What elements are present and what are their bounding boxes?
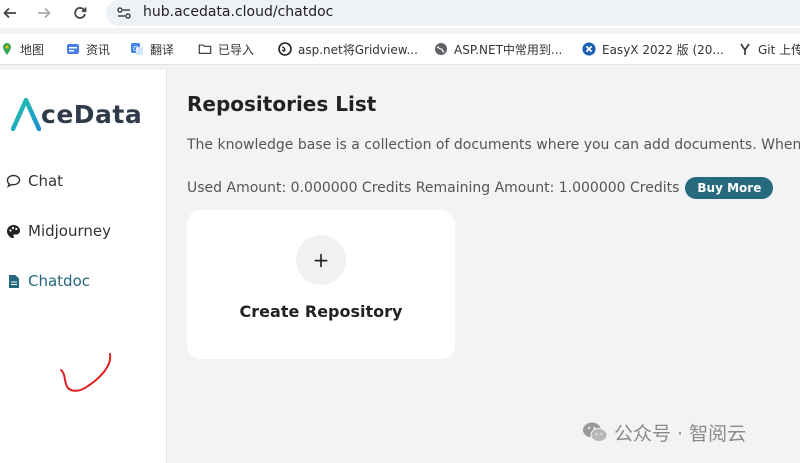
sidebar-item-chat[interactable]: Chat bbox=[6, 170, 63, 192]
bookmark-easyx[interactable]: EasyX 2022 版 (20... bbox=[582, 39, 724, 59]
wechat-watermark: 公众号 · 智阅云 bbox=[582, 418, 746, 446]
folder-icon bbox=[198, 42, 212, 56]
site-settings-icon[interactable] bbox=[116, 5, 132, 25]
logo-text: ceData bbox=[41, 99, 143, 129]
reload-icon[interactable] bbox=[70, 3, 90, 23]
svg-text:G: G bbox=[133, 45, 138, 53]
plus-icon: + bbox=[296, 235, 346, 285]
create-repository-card[interactable]: + Create Repository bbox=[187, 210, 455, 359]
bookmark-label: 翻译 bbox=[150, 42, 175, 57]
repositories-description: The knowledge base is a collection of do… bbox=[187, 137, 800, 153]
sidebar-item-chatdoc[interactable]: Chatdoc bbox=[6, 270, 90, 292]
bookmark-label: Git 上传 bbox=[758, 42, 800, 57]
news-icon bbox=[66, 42, 80, 56]
bookmark-aspnet-common[interactable]: ASP.NET中常用到... bbox=[434, 39, 562, 59]
chat-bubble-icon bbox=[6, 174, 21, 189]
browser-toolbar: hub.acedata.cloud/chatdoc bbox=[0, 0, 800, 28]
back-arrow-icon[interactable] bbox=[0, 3, 20, 23]
globe-icon bbox=[434, 42, 448, 56]
sidebar-item-label: Chat bbox=[28, 172, 64, 190]
site-icon bbox=[278, 42, 292, 56]
red-annotation-scribble bbox=[60, 353, 112, 392]
translate-icon: G bbox=[130, 42, 144, 56]
bookmark-label: EasyX 2022 版 (20... bbox=[602, 42, 724, 57]
git-icon bbox=[738, 42, 752, 56]
bookmark-label: 资讯 bbox=[86, 42, 111, 57]
bookmark-imported[interactable]: 已导入 bbox=[198, 39, 254, 59]
bookmark-label: asp.net将Gridview... bbox=[298, 42, 418, 57]
bookmark-maps[interactable]: 地图 bbox=[0, 39, 44, 59]
sidebar: ceData Chat Midjourney Chatdoc bbox=[0, 70, 167, 463]
url-text: hub.acedata.cloud/chatdoc bbox=[143, 4, 334, 20]
sidebar-item-midjourney[interactable]: Midjourney bbox=[6, 220, 111, 242]
watermark-text: 公众号 · 智阅云 bbox=[614, 422, 747, 445]
bookmarks-bar: 地图 资讯 G 翻译 已导入 asp.net将Gridview... ASP.N… bbox=[0, 34, 800, 65]
bookmark-news[interactable]: 资讯 bbox=[66, 39, 110, 59]
bookmark-label: 已导入 bbox=[218, 42, 255, 57]
bookmark-git[interactable]: Git 上传 bbox=[738, 39, 800, 59]
bookmark-label: ASP.NET中常用到... bbox=[454, 42, 563, 57]
credits-amount-text: Used Amount: 0.000000 Credits Remaining … bbox=[187, 180, 680, 196]
bookmark-label: 地图 bbox=[20, 42, 45, 57]
main-content: Repositories List The knowledge base is … bbox=[167, 70, 800, 463]
logo-a-icon bbox=[11, 97, 41, 131]
buy-more-button[interactable]: Buy More bbox=[685, 177, 774, 199]
bookmark-aspnet-gridview[interactable]: asp.net将Gridview... bbox=[278, 39, 418, 59]
easyx-icon bbox=[582, 42, 596, 56]
palette-icon bbox=[6, 224, 21, 239]
page-title: Repositories List bbox=[187, 92, 377, 116]
credits-row: Used Amount: 0.000000 Credits Remaining … bbox=[187, 176, 774, 200]
document-icon bbox=[6, 274, 21, 289]
bookmark-translate[interactable]: G 翻译 bbox=[130, 39, 174, 59]
acedata-logo[interactable]: ceData bbox=[11, 96, 142, 132]
forward-arrow-icon[interactable] bbox=[34, 3, 54, 23]
create-repository-label: Create Repository bbox=[239, 302, 403, 321]
wechat-icon bbox=[583, 422, 608, 442]
maps-icon bbox=[0, 42, 14, 56]
sidebar-item-label: Midjourney bbox=[28, 222, 111, 240]
sidebar-item-label: Chatdoc bbox=[28, 272, 90, 290]
address-bar[interactable]: hub.acedata.cloud/chatdoc bbox=[106, 0, 800, 26]
